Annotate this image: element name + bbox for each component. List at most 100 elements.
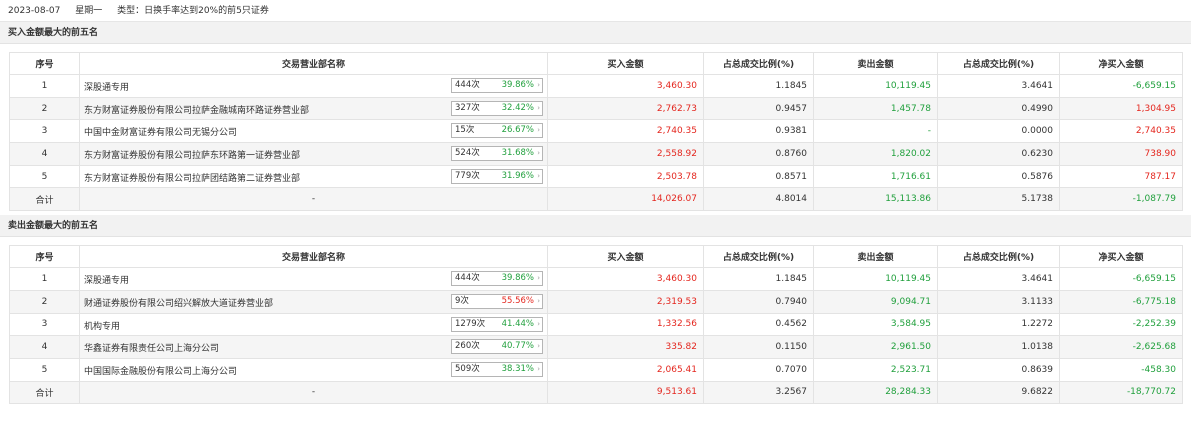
listing-count-tag[interactable]: 260次 40.77% › — [451, 339, 543, 355]
sell-amount: 9,094.71 — [813, 289, 938, 314]
listing-count: 779次 — [455, 170, 480, 181]
column-header: 交易营业部名称 — [79, 245, 548, 269]
listing-count: 444次 — [455, 80, 480, 90]
broker-name[interactable]: 东方财富证券股份有限公司拉萨东环路第一证券营业部 — [84, 148, 300, 161]
column-header: 交易营业部名称 — [79, 52, 548, 75]
total-name: - — [79, 380, 548, 405]
buy-amount: 2,740.35 — [547, 119, 704, 144]
broker-name-cell: 东方财富证券股份有限公司拉萨金融城南环路证券营业部 327次 32.42% › — [79, 96, 548, 121]
net-buy-amount: -2,252.39 — [1059, 312, 1183, 337]
listing-rise-pct: 40.77% — [501, 341, 534, 352]
broker-name[interactable]: 中国中金财富证券有限公司无锡分公司 — [84, 125, 237, 138]
row-number: 1 — [9, 267, 80, 291]
column-header: 占总成交比例(%) — [703, 52, 814, 75]
chevron-right-icon: › — [537, 319, 540, 328]
chevron-right-icon: › — [537, 342, 540, 351]
broker-name[interactable]: 深股通专用 — [84, 273, 129, 286]
sell-ratio: 0.0000 — [937, 119, 1060, 144]
table-row[interactable]: 3 中国中金财富证券有限公司无锡分公司 15次 26.67% › 2,740.35 0.93… — [9, 119, 1183, 144]
total-buy-ratio: 3.2567 — [703, 380, 814, 405]
broker-name[interactable]: 财通证券股份有限公司绍兴解放大道证券营业部 — [84, 296, 273, 309]
chevron-right-icon: › — [537, 81, 540, 89]
sell-ratio: 0.8639 — [937, 357, 1060, 382]
table-row[interactable]: 5 东方财富证券股份有限公司拉萨团结路第二证券营业部 779次 31.96% › 2,50… — [9, 164, 1183, 189]
broker-name[interactable]: 深股通专用 — [84, 80, 129, 93]
broker-name-cell: 东方财富证券股份有限公司拉萨东环路第一证券营业部 524次 31.68% › — [79, 142, 548, 166]
column-header: 占总成交比例(%) — [703, 245, 814, 269]
net-buy-amount: 787.17 — [1059, 164, 1183, 189]
listing-count-tag[interactable]: 524次 31.68% › — [451, 146, 543, 162]
table-row[interactable]: 1 深股通专用 444次 39.86% › 3,460.30 1.1845 10,119.45… — [9, 267, 1183, 291]
broker-name[interactable]: 东方财富证券股份有限公司拉萨金融城南环路证券营业部 — [84, 103, 309, 116]
total-name: - — [79, 187, 548, 212]
column-header: 序号 — [9, 52, 80, 75]
sell-section-title: 卖出金额最大的前五名 — [0, 215, 1191, 238]
buy-section-title: 买入金额最大的前五名 — [0, 22, 1191, 44]
table-row[interactable]: 3 机构专用 1279次 41.44% › 1,332.56 0.4562 3,584.95 1… — [9, 312, 1183, 337]
buy-ratio: 0.1150 — [703, 335, 814, 359]
listing-count-tag[interactable]: 327次 32.42% › — [451, 100, 543, 116]
buy-amount: 2,503.78 — [547, 164, 704, 189]
broker-name-cell: 东方财富证券股份有限公司拉萨团结路第二证券营业部 779次 31.96% › — [79, 164, 548, 189]
table-row[interactable]: 2 财通证券股份有限公司绍兴解放大道证券营业部 9次 55.56% › 2,319.53 0… — [9, 289, 1183, 314]
chevron-right-icon: › — [537, 364, 540, 373]
column-header: 净买入金额 — [1059, 245, 1183, 269]
broker-name[interactable]: 机构专用 — [84, 319, 120, 332]
sell-amount: 2,961.50 — [813, 335, 938, 359]
net-buy-amount: -6,775.18 — [1059, 289, 1183, 314]
broker-name[interactable]: 华鑫证券有限责任公司上海分公司 — [84, 341, 219, 354]
chevron-right-icon: › — [537, 149, 540, 158]
listing-count-tag[interactable]: 509次 38.31% › — [451, 361, 543, 377]
sell-table: 序号 交易营业部名称 买入金额 占总成交比例(%) 卖出金额 占总成交比例(%) 净买入金额… — [9, 245, 1183, 405]
sell-ratio: 1.0138 — [937, 335, 1060, 359]
listing-count-tag[interactable]: 9次 55.56% › — [451, 293, 543, 309]
total-row: 合计 -9,513.61 3.2567 28,284.33 9.6822 -18,770.… — [9, 380, 1183, 405]
row-number: 2 — [9, 96, 80, 121]
listing-rise-pct: 41.44% — [501, 318, 534, 329]
listing-count-tag[interactable]: 15次 26.67% › — [451, 123, 543, 139]
table-row[interactable]: 2 东方财富证券股份有限公司拉萨金融城南环路证券营业部 327次 32.42% › 2,7… — [9, 96, 1183, 121]
broker-name-cell: 中国中金财富证券有限公司无锡分公司 15次 26.67% › — [79, 119, 548, 144]
listing-rise-pct: 38.31% — [501, 363, 534, 374]
listing-rise-pct: 26.67% — [501, 125, 534, 136]
row-number: 2 — [9, 289, 80, 314]
table-row[interactable]: 4 东方财富证券股份有限公司拉萨东环路第一证券营业部 524次 31.68% › 2,55… — [9, 142, 1183, 166]
trade-date: 2023-08-07 — [8, 6, 61, 16]
total-label: 合计 — [9, 380, 80, 405]
type-label: 类型：日换手率达到20%的前5只证券 — [117, 6, 269, 16]
column-header: 净买入金额 — [1059, 52, 1183, 75]
sell-ratio: 1.2272 — [937, 312, 1060, 337]
buy-table: 序号 交易营业部名称 买入金额 占总成交比例(%) 卖出金额 占总成交比例(%) 净买入金额… — [9, 52, 1183, 212]
sell-amount: 1,716.61 — [813, 164, 938, 189]
listing-count-tag[interactable]: 779次 31.96% › — [451, 168, 543, 184]
buy-ratio: 0.7940 — [703, 289, 814, 314]
row-number: 4 — [9, 335, 80, 359]
broker-name[interactable]: 东方财富证券股份有限公司拉萨团结路第二证券营业部 — [84, 171, 300, 184]
listing-count-tag[interactable]: 444次 39.86% › — [451, 78, 543, 93]
listing-count-tag[interactable]: 444次 39.86% › — [451, 271, 543, 287]
buy-ratio: 0.9381 — [703, 119, 814, 144]
net-buy-amount: 1,304.95 — [1059, 96, 1183, 121]
buy-amount: 2,065.41 — [547, 357, 704, 382]
broker-name-cell: 深股通专用 444次 39.86% › — [79, 267, 548, 291]
sell-ratio: 0.5876 — [937, 164, 1060, 189]
buy-ratio: 1.1845 — [703, 267, 814, 291]
table-row[interactable]: 5 中国国际金融股份有限公司上海分公司 509次 38.31% › 2,065.41 0.7… — [9, 357, 1183, 382]
column-header: 买入金额 — [547, 52, 704, 75]
broker-name-cell: 深股通专用 444次 39.86% › — [79, 74, 548, 98]
buy-amount: 2,762.73 — [547, 96, 704, 121]
table-row[interactable]: 4 华鑫证券有限责任公司上海分公司 260次 40.77% › 335.82 0.1150 2… — [9, 335, 1183, 359]
listing-count-tag[interactable]: 1279次 41.44% › — [451, 316, 543, 332]
net-buy-amount: -458.30 — [1059, 357, 1183, 382]
broker-name-cell: 机构专用 1279次 41.44% › — [79, 312, 548, 337]
chevron-right-icon: › — [537, 296, 540, 305]
total-label: 合计 — [9, 187, 80, 212]
broker-name[interactable]: 中国国际金融股份有限公司上海分公司 — [84, 364, 237, 377]
buy-amount: 2,558.92 — [547, 142, 704, 166]
listing-count: 260次 — [455, 341, 480, 352]
sell-ratio: 3.4641 — [937, 74, 1060, 98]
sell-amount: 2,523.71 — [813, 357, 938, 382]
chevron-right-icon: › — [537, 126, 540, 135]
total-sell-ratio: 9.6822 — [937, 380, 1060, 405]
table-row[interactable]: 1 深股通专用 444次 39.86% › 3,460.30 1.1845 10,119.45… — [9, 74, 1183, 98]
